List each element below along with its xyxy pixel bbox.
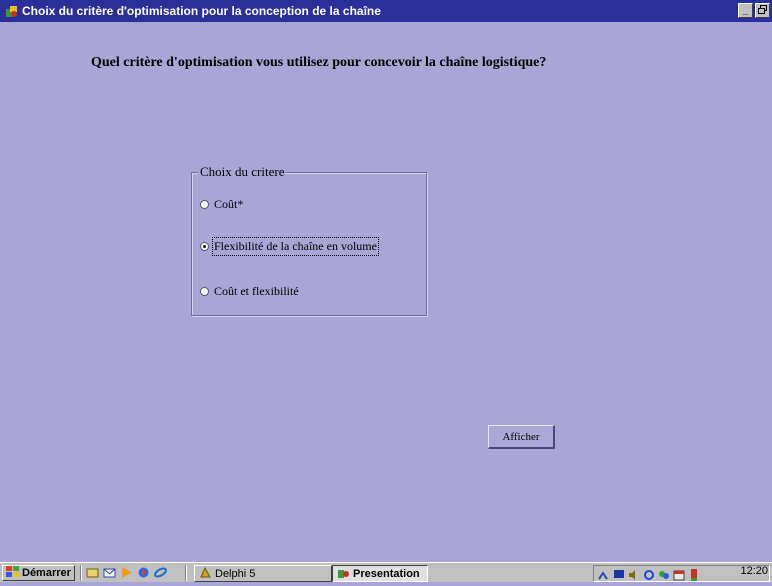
clock[interactable]: 12:20 xyxy=(740,565,768,578)
taskbar: Démarrer Delphi 5 Presentation 12:20 xyxy=(0,562,772,582)
task-button-delphi[interactable]: Delphi 5 xyxy=(194,565,332,582)
afficher-button[interactable]: Afficher xyxy=(488,425,555,449)
restore-button[interactable] xyxy=(755,3,770,18)
monitor-icon[interactable] xyxy=(613,568,625,580)
restore-icon xyxy=(758,4,767,17)
minimize-icon: _ xyxy=(742,4,749,16)
volume-icon[interactable] xyxy=(628,568,640,580)
antivirus-icon[interactable] xyxy=(688,568,700,581)
radio-icon[interactable] xyxy=(200,200,209,209)
radio-label: Coût* xyxy=(214,197,244,211)
radio-option-cout-flexibilite[interactable]: Coût et flexibilité xyxy=(200,284,299,299)
messenger-icon[interactable] xyxy=(658,568,670,580)
minimize-button[interactable]: _ xyxy=(738,3,753,18)
app-icon xyxy=(4,4,18,18)
task-button-presentation[interactable]: Presentation xyxy=(332,565,428,582)
quick-launch xyxy=(86,566,167,579)
task-label: Delphi 5 xyxy=(215,567,256,580)
scheduler-icon[interactable] xyxy=(673,568,685,580)
criteria-groupbox: Choix du critere Coût* Flexibilité de la… xyxy=(191,164,427,316)
title-bar[interactable]: Choix du critère d'optimisation pour la … xyxy=(0,0,772,22)
question-label: Quel critère d'optimisation vous utilise… xyxy=(91,55,547,70)
taskbar-separator xyxy=(80,565,82,581)
start-button[interactable]: Démarrer xyxy=(2,565,75,581)
window-controls: _ xyxy=(738,3,770,18)
network-icon[interactable] xyxy=(598,568,610,580)
refresh-icon[interactable] xyxy=(643,568,655,580)
delphi-icon xyxy=(199,566,212,582)
media-player-icon[interactable] xyxy=(120,566,133,579)
radio-label: Flexibilité de la chaîne en volume xyxy=(212,237,379,256)
windows-logo-icon xyxy=(6,565,20,581)
presentation-app-icon xyxy=(337,566,350,582)
radio-label: Coût et flexibilité xyxy=(214,284,299,298)
channels-icon[interactable] xyxy=(137,566,150,579)
internet-explorer-icon[interactable] xyxy=(154,566,167,579)
outlook-express-icon[interactable] xyxy=(103,566,116,579)
radio-checked-icon[interactable] xyxy=(200,242,209,251)
radio-option-flexibilite-volume[interactable]: Flexibilité de la chaîne en volume xyxy=(200,237,379,256)
taskbar-separator xyxy=(185,565,187,581)
groupbox-legend: Choix du critere xyxy=(198,164,287,180)
show-desktop-icon[interactable] xyxy=(86,566,99,579)
radio-icon[interactable] xyxy=(200,287,209,296)
radio-option-cout[interactable]: Coût* xyxy=(200,197,243,212)
window-title: Choix du critère d'optimisation pour la … xyxy=(22,4,381,18)
task-label: Presentation xyxy=(353,567,420,580)
start-label: Démarrer xyxy=(22,567,71,579)
